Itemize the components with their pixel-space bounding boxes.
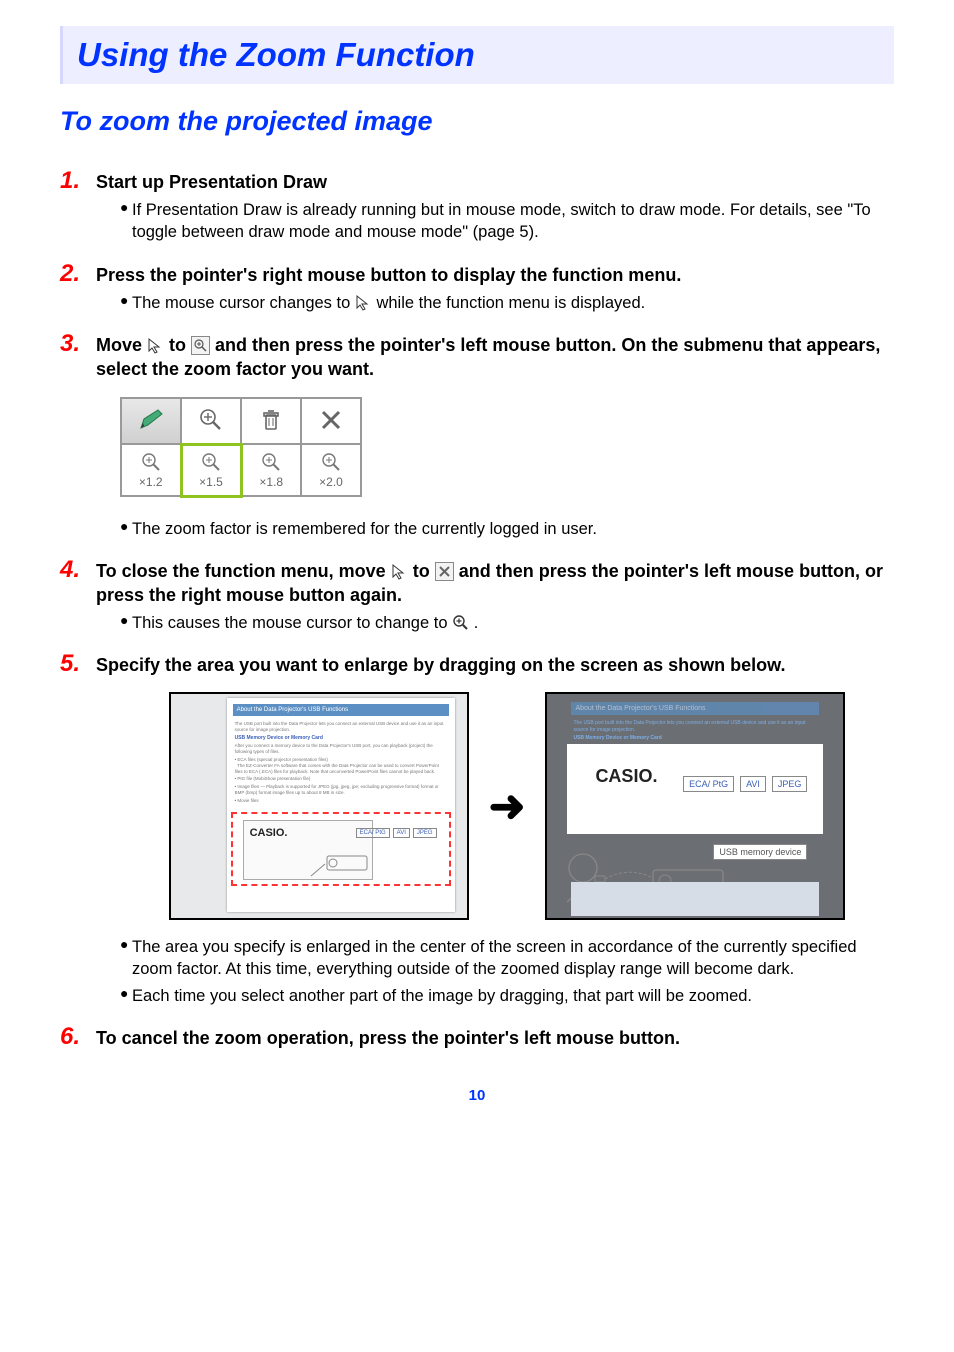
cursor-arrow-icon xyxy=(147,336,164,353)
step-1: 1. Start up Presentation Draw ● If Prese… xyxy=(60,167,894,244)
step-5: 5. Specify the area you want to enlarge … xyxy=(60,650,894,1007)
step-title: Specify the area you want to enlarge by … xyxy=(96,653,785,677)
step-title: Move to and then press the pointer's lef… xyxy=(96,333,894,382)
zoom-in-icon xyxy=(191,336,210,355)
zoom-factor-option: ×1.2 xyxy=(121,444,181,496)
section-heading: To zoom the projected image xyxy=(60,106,894,137)
bullet-dot: ● xyxy=(120,518,132,540)
bullet-text: The mouse cursor changes to while the fu… xyxy=(132,292,645,314)
zoom-menu-graphic: ×1.2 ×1.5 ×1.8 xyxy=(120,397,362,498)
zoom-in-icon xyxy=(181,398,241,444)
pen-tool-icon xyxy=(121,398,181,444)
step-number: 1. xyxy=(60,167,96,195)
cursor-arrow-icon xyxy=(355,294,372,311)
bullet-text: The zoom factor is remembered for the cu… xyxy=(132,518,597,540)
step-number: 6. xyxy=(60,1023,96,1051)
bullet-text: If Presentation Draw is already running … xyxy=(132,199,894,244)
bullet-dot: ● xyxy=(120,612,132,634)
after-zoom-image: About the Data Projector's USB Functions… xyxy=(545,692,845,920)
step-title: To close the function menu, move to and … xyxy=(96,559,894,608)
zoom-factor-option: ×2.0 xyxy=(301,444,361,496)
page-title: Using the Zoom Function xyxy=(60,26,894,84)
step-title: Start up Presentation Draw xyxy=(96,170,327,194)
step-4: 4. To close the function menu, move to a… xyxy=(60,556,894,634)
cursor-arrow-icon xyxy=(391,562,408,579)
eraser-clear-icon xyxy=(241,398,301,444)
bullet-dot: ● xyxy=(120,936,132,981)
step-3: 3. Move to and then press the pointer's … xyxy=(60,330,894,540)
close-icon xyxy=(301,398,361,444)
before-zoom-image: About the Data Projector's USB Functions… xyxy=(169,692,469,920)
step-title: To cancel the zoom operation, press the … xyxy=(96,1026,680,1050)
bullet-text: The area you specify is enlarged in the … xyxy=(132,936,894,981)
bullet-dot: ● xyxy=(120,199,132,244)
bullet-dot: ● xyxy=(120,985,132,1007)
bullet-text: Each time you select another part of the… xyxy=(132,985,752,1007)
zoom-factor-option-selected: ×1.5 xyxy=(181,444,241,496)
bullet-text: This causes the mouse cursor to change t… xyxy=(132,612,478,634)
step-number: 4. xyxy=(60,556,96,584)
close-icon xyxy=(435,562,454,581)
step-number: 2. xyxy=(60,260,96,288)
arrow-right-icon: ➜ xyxy=(489,781,526,832)
step-number: 5. xyxy=(60,650,96,678)
zoom-factor-option: ×1.8 xyxy=(241,444,301,496)
step-2: 2. Press the pointer's right mouse butto… xyxy=(60,260,894,314)
zoom-illustration: About the Data Projector's USB Functions… xyxy=(120,692,894,920)
step-6: 6. To cancel the zoom operation, press t… xyxy=(60,1023,894,1051)
magnify-cursor-icon xyxy=(452,614,469,631)
page-number: 10 xyxy=(60,1087,894,1104)
step-title: Press the pointer's right mouse button t… xyxy=(96,263,681,287)
step-number: 3. xyxy=(60,330,96,358)
bullet-dot: ● xyxy=(120,292,132,314)
